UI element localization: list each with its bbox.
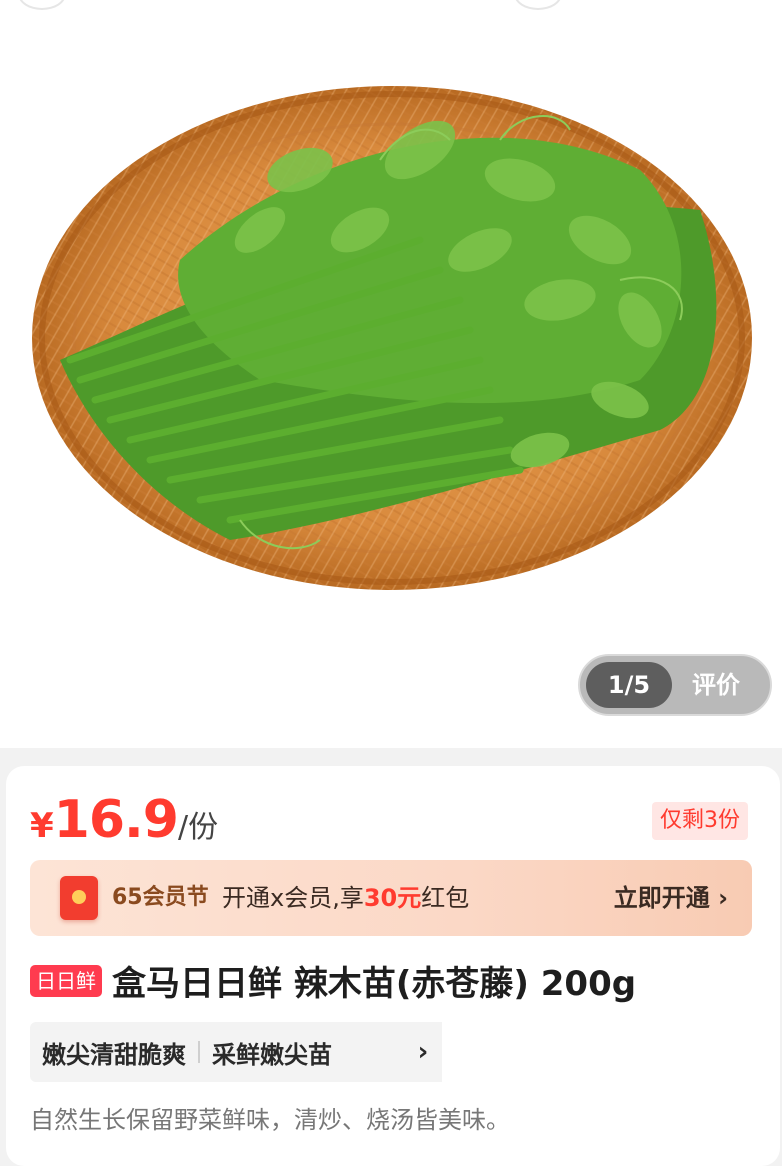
feature-tags[interactable]: 嫩尖清甜脆爽 采鲜嫩尖苗 › — [30, 1022, 442, 1082]
open-membership-button[interactable]: 立即开通 › — [614, 860, 728, 936]
gallery-pill[interactable]: 1/5 评价 — [578, 654, 772, 716]
product-info-card: ¥16.9/份 仅剩3份 65会员节 开通x会员,享30元红包 立即开通 › 日… — [6, 766, 780, 1166]
product-title: 盒马日日鲜 辣木苗(赤苍藤) 200g — [112, 964, 637, 1004]
price-unit: /份 — [177, 810, 219, 845]
reviews-tab[interactable]: 评价 — [692, 662, 740, 708]
tag-item: 嫩尖清甜脆爽 — [42, 1040, 186, 1069]
product-description: 自然生长保留野菜鲜味，清炒、烧汤皆美味。 — [30, 1106, 510, 1134]
price: ¥16.9/份 — [30, 790, 218, 850]
promo-amount: 30元 — [363, 884, 422, 912]
product-title-row: 日日鲜 盒马日日鲜 辣木苗(赤苍藤) 200g — [30, 956, 636, 1004]
image-counter: 1/5 — [586, 662, 672, 708]
stock-badge: 仅剩3份 — [652, 802, 748, 840]
price-amount: 16.9 — [53, 790, 179, 850]
product-image — [32, 86, 752, 590]
product-image-gallery[interactable]: 1/5 评价 — [0, 0, 782, 748]
red-packet-icon — [60, 876, 98, 920]
fresh-badge: 日日鲜 — [30, 964, 102, 997]
tag-item: 采鲜嫩尖苗 — [212, 1040, 332, 1069]
chevron-right-icon[interactable]: › — [404, 1022, 442, 1082]
member-festival-label: 65会员节 — [112, 885, 209, 910]
currency-symbol: ¥ — [30, 806, 54, 846]
promo-text: 开通x会员,享30元红包 — [222, 884, 470, 912]
member-promo-banner[interactable]: 65会员节 开通x会员,享30元红包 立即开通 › — [30, 860, 752, 936]
